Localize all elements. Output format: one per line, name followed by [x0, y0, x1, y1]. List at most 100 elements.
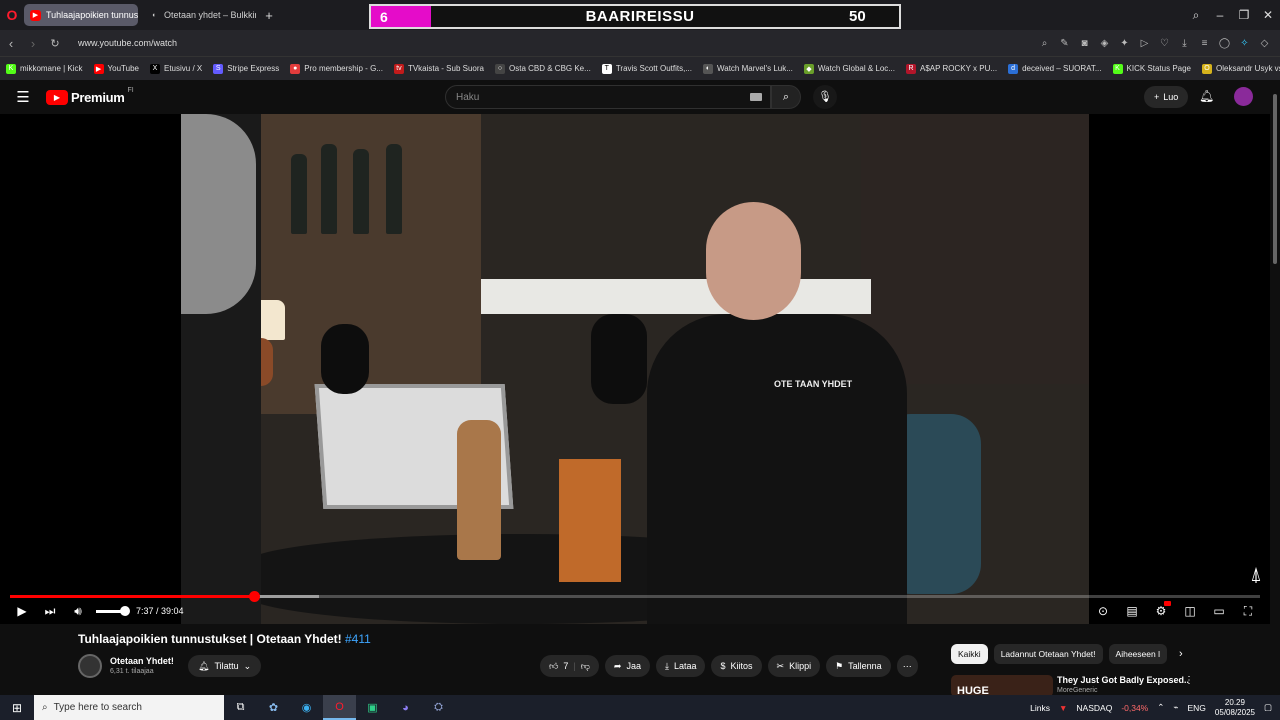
chip-related[interactable]: Aiheeseen l [1108, 644, 1167, 664]
bookmark-item[interactable]: R A$AP ROCKY x PU... [905, 63, 997, 74]
recommended-video[interactable]: HUGE They Just Got Badly Exposed.. MoreG… [951, 673, 1270, 695]
app-green-icon[interactable]: ▣ [356, 695, 389, 720]
bookmark-item[interactable]: ◆ Watch Global & Loc... [803, 63, 895, 74]
play-button-icon[interactable]: ▶ [8, 604, 36, 618]
scrollbar-thumb[interactable] [1273, 94, 1277, 264]
restore-button[interactable]: ❐ [1232, 8, 1256, 22]
task-view-icon[interactable]: ⧉ [224, 695, 257, 720]
forward-icon[interactable]: › [22, 36, 44, 51]
clip-button[interactable]: ✂ Klippi [767, 655, 821, 677]
language-indicator[interactable]: ENG [1188, 703, 1206, 713]
autoplay-toggle-icon[interactable]: ⊙ [1091, 604, 1115, 618]
edge-browser-icon[interactable]: ◉ [290, 695, 323, 720]
more-vertical-icon[interactable]: ⋮ [1184, 675, 1194, 686]
channel-avatar[interactable] [78, 654, 102, 678]
bookmark-item[interactable]: ○ Osta CBD & CBG Ke... [495, 63, 591, 74]
voice-search-button[interactable]: 🎙︎ [813, 85, 837, 109]
camera-icon[interactable]: ◙ [1077, 38, 1092, 49]
volume-knob[interactable] [120, 605, 130, 616]
bookmark-item[interactable]: S Stripe Express [213, 63, 279, 74]
reload-icon[interactable]: ↻ [44, 37, 66, 50]
account-avatar[interactable] [1234, 87, 1253, 106]
subtitles-icon[interactable]: ▤ [1120, 604, 1144, 618]
bookmark-item[interactable]: d deceived – SUORAT... [1008, 63, 1102, 74]
heart-icon[interactable]: ♡ [1157, 38, 1172, 49]
video-frame[interactable]: OTE TAAN YHDET [181, 114, 1089, 624]
subscribed-button[interactable]: 🔔︎ Tilattu ⌄ [188, 655, 262, 677]
theater-mode-icon[interactable]: ▭ [1207, 604, 1231, 618]
next-button-icon[interactable]: ⏭ [36, 604, 64, 619]
like-button[interactable]: 👍︎ 7 | 👎︎ [540, 655, 599, 677]
shield-icon[interactable]: ◈ [1097, 38, 1112, 49]
settings-gear-icon[interactable]: ⚙ [1149, 601, 1173, 618]
windows-start-icon[interactable]: ⊞ [0, 701, 34, 715]
channel-watermark-icon[interactable]: ⍋ [1250, 564, 1262, 587]
channel-name[interactable]: Otetaan Yhdet! [110, 656, 174, 666]
search-button[interactable]: ⌕ [771, 85, 801, 109]
download-button[interactable]: ⤓ Lataa [655, 655, 706, 677]
chevron-right-icon[interactable]: › [1179, 648, 1183, 660]
bookmark-item[interactable]: ▶ YouTube [93, 63, 139, 74]
recommended-thumbnail[interactable]: HUGE [951, 675, 1053, 695]
bookmark-item[interactable]: T Travis Scott Outfits,... [601, 63, 692, 74]
tab-otetaan-yhdet[interactable]: ◖ Otetaan yhdet – Bulkkinen [142, 4, 256, 26]
recommended-channel[interactable]: MoreGeneric [1057, 687, 1097, 694]
save-button[interactable]: ⚑ Tallenna [826, 655, 891, 677]
notifications-icon[interactable]: ▢ [1264, 702, 1272, 713]
opera-logo-icon[interactable]: O [0, 0, 24, 30]
hamburger-menu-icon[interactable]: ☰ [0, 88, 46, 106]
create-button[interactable]: + Luo [1144, 86, 1189, 108]
youtube-logo[interactable]: ▶ Premium FI [46, 87, 134, 105]
video-hashtag[interactable]: #411 [345, 632, 371, 646]
notifications-bell-icon[interactable]: 🔔︎ [1199, 89, 1214, 103]
clock[interactable]: 20.29 05/08/2025 [1215, 698, 1255, 718]
search-input[interactable]: Haku [445, 85, 771, 109]
bookmark-item[interactable]: X Etusivu / X [149, 63, 202, 74]
links-toolbar[interactable]: Links [1030, 703, 1050, 713]
cube-icon[interactable]: ◇ [1257, 38, 1272, 49]
aria-icon[interactable]: ✧ [1237, 38, 1252, 49]
volume-icon[interactable]: 🔊︎ [64, 604, 92, 619]
extension-icon[interactable]: ✦ [1117, 38, 1132, 49]
more-actions-button[interactable]: ⋯ [896, 655, 918, 677]
recommended-title[interactable]: They Just Got Badly Exposed.. [1057, 675, 1189, 685]
discord-icon[interactable]: ◕ [389, 695, 422, 720]
menu-icon[interactable]: ≡ [1197, 38, 1212, 49]
keyboard-icon[interactable] [750, 93, 762, 101]
miniplayer-icon[interactable]: ◫ [1178, 604, 1202, 618]
minimize-button[interactable]: – [1208, 8, 1232, 22]
progress-bar[interactable] [10, 591, 1260, 602]
network-icon[interactable]: ⌁ [1173, 702, 1178, 713]
new-tab-button[interactable]: + [260, 6, 278, 24]
url-field[interactable]: www.youtube.com/watch [78, 38, 1037, 48]
video-player[interactable]: OTE TAAN YHDET ⍋ ▶ ⏭ 🔊︎ 7:37 / 39:04 ⊙ ▤… [0, 114, 1270, 624]
edit-icon[interactable]: ✎ [1057, 38, 1072, 49]
copilot-icon[interactable]: ✿ [257, 695, 290, 720]
steam-icon[interactable]: ⛭ [422, 695, 455, 720]
download-icon[interactable]: ⤓ [1177, 38, 1192, 49]
volume-slider[interactable] [96, 605, 130, 616]
stock-ticker[interactable]: NASDAQ [1076, 703, 1112, 713]
opera-browser-icon[interactable]: O [323, 695, 356, 720]
share-button[interactable]: ➦ Jaa [604, 655, 650, 677]
bookmark-item[interactable]: ◐ Watch Marvel's Luk... [702, 63, 793, 74]
page-scrollbar[interactable] [1270, 80, 1280, 695]
chip-all[interactable]: Kaikki [951, 644, 988, 664]
chevron-up-icon[interactable]: ⌃ [1157, 702, 1164, 713]
bookmark-item[interactable]: ● Pro membership - G... [290, 63, 383, 74]
thumbs-down-icon[interactable]: 👎︎ [581, 661, 590, 672]
close-button[interactable]: ✕ [1256, 8, 1280, 22]
search-tabs-icon[interactable]: ⌕ [1184, 8, 1208, 23]
tab-youtube-video[interactable]: ▶ Tuhlaajapoikien tunnustu [24, 4, 138, 26]
taskbar-search-input[interactable]: ⌕ Type here to search [34, 695, 224, 720]
bookmark-item[interactable]: O Oleksandr Usyk vs D... [1202, 63, 1280, 74]
bookmark-item[interactable]: tv TVkaista - Sub Suora [393, 63, 484, 74]
play-icon[interactable]: ▷ [1137, 38, 1152, 49]
thanks-button[interactable]: $ Kiitos [711, 655, 762, 677]
fullscreen-icon[interactable]: ⛶ [1236, 604, 1260, 619]
bookmark-item[interactable]: Kmikkomane | Kick [6, 63, 83, 74]
back-icon[interactable]: ‹ [0, 36, 22, 51]
bookmark-item[interactable]: K KICK Status Page [1112, 63, 1191, 74]
profile-icon[interactable]: ◯ [1217, 38, 1232, 49]
search-icon[interactable]: ⌕ [1037, 38, 1052, 49]
